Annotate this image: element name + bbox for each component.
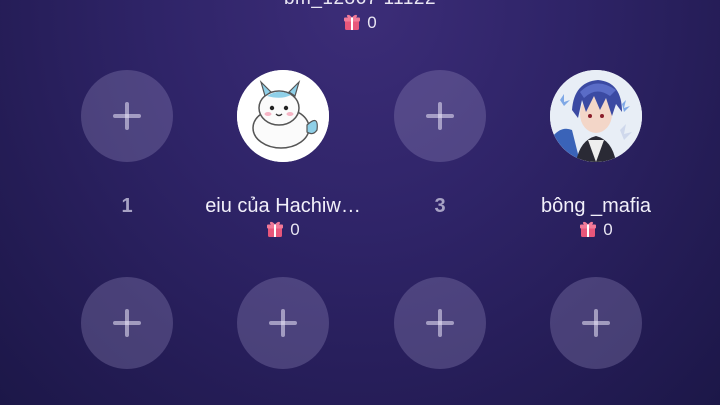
seat-1-number: 1 bbox=[121, 195, 133, 217]
host-gift-count: 0 bbox=[367, 13, 377, 32]
host-gift-count-row: 0 bbox=[0, 13, 720, 36]
plus-icon bbox=[113, 102, 141, 130]
seat-6-add-button[interactable] bbox=[237, 277, 329, 369]
plus-icon bbox=[113, 309, 141, 337]
seat-5-add-button[interactable] bbox=[81, 277, 173, 369]
seat-2-avatar[interactable] bbox=[237, 70, 329, 162]
plus-icon bbox=[269, 309, 297, 337]
seat-2-gift-count-row: 0 bbox=[223, 220, 343, 243]
seat-8-add-button[interactable] bbox=[550, 277, 642, 369]
seat-3-number: 3 bbox=[434, 195, 446, 217]
chiikawa-character-avatar bbox=[237, 70, 329, 162]
gift-icon bbox=[579, 220, 597, 243]
seat-4-avatar[interactable] bbox=[550, 70, 642, 162]
gift-icon bbox=[266, 220, 284, 243]
seat-4-gift-count: 0 bbox=[603, 220, 613, 239]
anime-boy-avatar bbox=[550, 70, 642, 162]
gift-icon bbox=[343, 13, 361, 36]
seat-4-gift-count-row: 0 bbox=[536, 220, 656, 243]
plus-icon bbox=[582, 309, 610, 337]
plus-icon bbox=[426, 309, 454, 337]
seat-2-gift-count: 0 bbox=[290, 220, 300, 239]
plus-icon bbox=[426, 102, 454, 130]
seat-2-username[interactable]: eiu của Hachiw… bbox=[193, 195, 373, 218]
seat-4-username[interactable]: bông _mafia bbox=[506, 195, 686, 218]
seat-3-add-button[interactable] bbox=[394, 70, 486, 162]
seat-1-add-button[interactable] bbox=[81, 70, 173, 162]
seat-7-add-button[interactable] bbox=[394, 277, 486, 369]
host-name: bm_12867 11122 bbox=[0, 0, 720, 10]
